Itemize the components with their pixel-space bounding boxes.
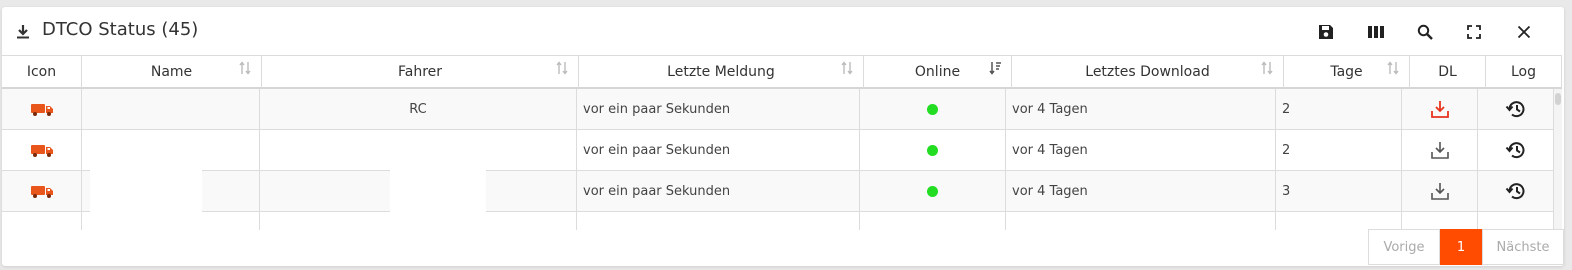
save-icon [1319,25,1333,39]
fahrer-cell: RC [260,89,577,129]
column-header-online[interactable]: Online [864,56,1012,88]
columns-icon [1368,26,1384,38]
letzte-meldung-cell: vor ein paar Sekunden [577,89,860,129]
letztes-download-cell: vor 4 Tagen [1006,130,1276,170]
letzte-meldung-cell [577,212,860,230]
online-cell [860,130,1006,170]
log-cell [1478,130,1554,170]
table-row[interactable]: DA vor ein paar Sekunden vor 4 Tagen 3 [2,171,1554,212]
fullscreen-icon [1467,25,1481,39]
log-cell [1478,89,1554,129]
letztes-download-cell: vor 4 Tagen [1006,171,1276,211]
close-button[interactable] [1513,21,1535,43]
online-cell [860,171,1006,211]
dl-cell [1402,130,1478,170]
log-cell [1478,212,1554,230]
table-row[interactable]: RC vor ein paar Sekunden vor 4 Tagen 2 [2,89,1554,130]
letztes-download-cell: vor 4 Tagen [1006,89,1276,129]
redacted-area [90,133,202,230]
table-header: Icon Name Fahrer Letzte Meldung Online L… [2,55,1562,89]
column-header-letztes-download[interactable]: Letztes Download [1012,56,1284,88]
icon-cell [2,171,82,211]
column-header-fahrer[interactable]: Fahrer [262,56,579,88]
dtco-table: Icon Name Fahrer Letzte Meldung Online L… [2,55,1562,230]
close-icon [1517,25,1531,39]
sort-icon[interactable] [1387,61,1399,75]
download-icon[interactable] [1430,181,1450,201]
sort-descending-icon[interactable] [989,61,1001,75]
icon-cell [2,130,82,170]
online-status-dot [927,185,938,197]
save-button[interactable] [1315,21,1337,43]
log-cell [1478,171,1554,211]
name-cell [82,89,260,129]
sort-icon[interactable] [556,61,568,75]
sort-icon[interactable] [239,61,251,75]
search-icon [1417,24,1433,40]
search-button[interactable] [1414,21,1436,43]
prev-page-button[interactable]: Vorige [1368,229,1440,265]
download-icon[interactable] [16,24,30,40]
table-row[interactable]: M vor ein paar Sekunden vor 4 Tagen 2 [2,130,1554,171]
column-header-letzte-meldung[interactable]: Letzte Meldung [579,56,864,88]
history-icon[interactable] [1505,98,1527,120]
scrollbar-thumb[interactable] [1555,93,1561,105]
download-icon[interactable] [1430,99,1450,119]
tage-cell [1276,212,1402,230]
letzte-meldung-cell: vor ein paar Sekunden [577,171,860,211]
truck-icon [30,145,53,157]
online-cell [860,212,1006,230]
column-header-icon[interactable]: Icon [2,56,82,88]
download-icon[interactable] [1430,140,1450,160]
redacted-area [390,133,486,230]
dl-cell [1402,89,1478,129]
dtco-status-panel: DTCO Status (45) Icon Name Fahrer Letzte… [2,7,1564,266]
column-header-dl[interactable]: DL [1410,56,1486,88]
letzte-meldung-cell: vor ein paar Sekunden [577,130,860,170]
fullscreen-button[interactable] [1463,21,1485,43]
column-header-name[interactable]: Name [82,56,262,88]
online-status-dot [927,103,938,115]
truck-icon [30,186,53,198]
table-row[interactable] [2,212,1554,230]
online-status-dot [927,144,938,156]
truck-icon [30,104,53,116]
column-header-tage[interactable]: Tage [1284,56,1410,88]
tage-cell: 2 [1276,130,1402,170]
icon-cell [2,212,82,230]
truck-icon [31,228,53,230]
letztes-download-cell [1006,212,1276,230]
sort-icon[interactable] [841,61,853,75]
panel-header: DTCO Status (45) [2,7,1564,55]
columns-button[interactable] [1365,21,1387,43]
panel-title: DTCO Status (45) [42,19,199,40]
tage-cell: 3 [1276,171,1402,211]
online-cell [860,89,1006,129]
pagination: Vorige 1 Nächste [1368,229,1564,265]
dl-cell [1402,171,1478,211]
dl-cell [1402,212,1478,230]
history-icon[interactable] [1505,139,1527,161]
sort-icon[interactable] [1261,61,1273,75]
history-icon[interactable] [1505,180,1527,202]
tage-cell: 2 [1276,89,1402,129]
page-1-button[interactable]: 1 [1440,229,1482,265]
column-header-log[interactable]: Log [1486,56,1562,88]
scrollbar[interactable] [1554,89,1562,230]
icon-cell [2,89,82,129]
next-page-button[interactable]: Nächste [1482,229,1564,265]
